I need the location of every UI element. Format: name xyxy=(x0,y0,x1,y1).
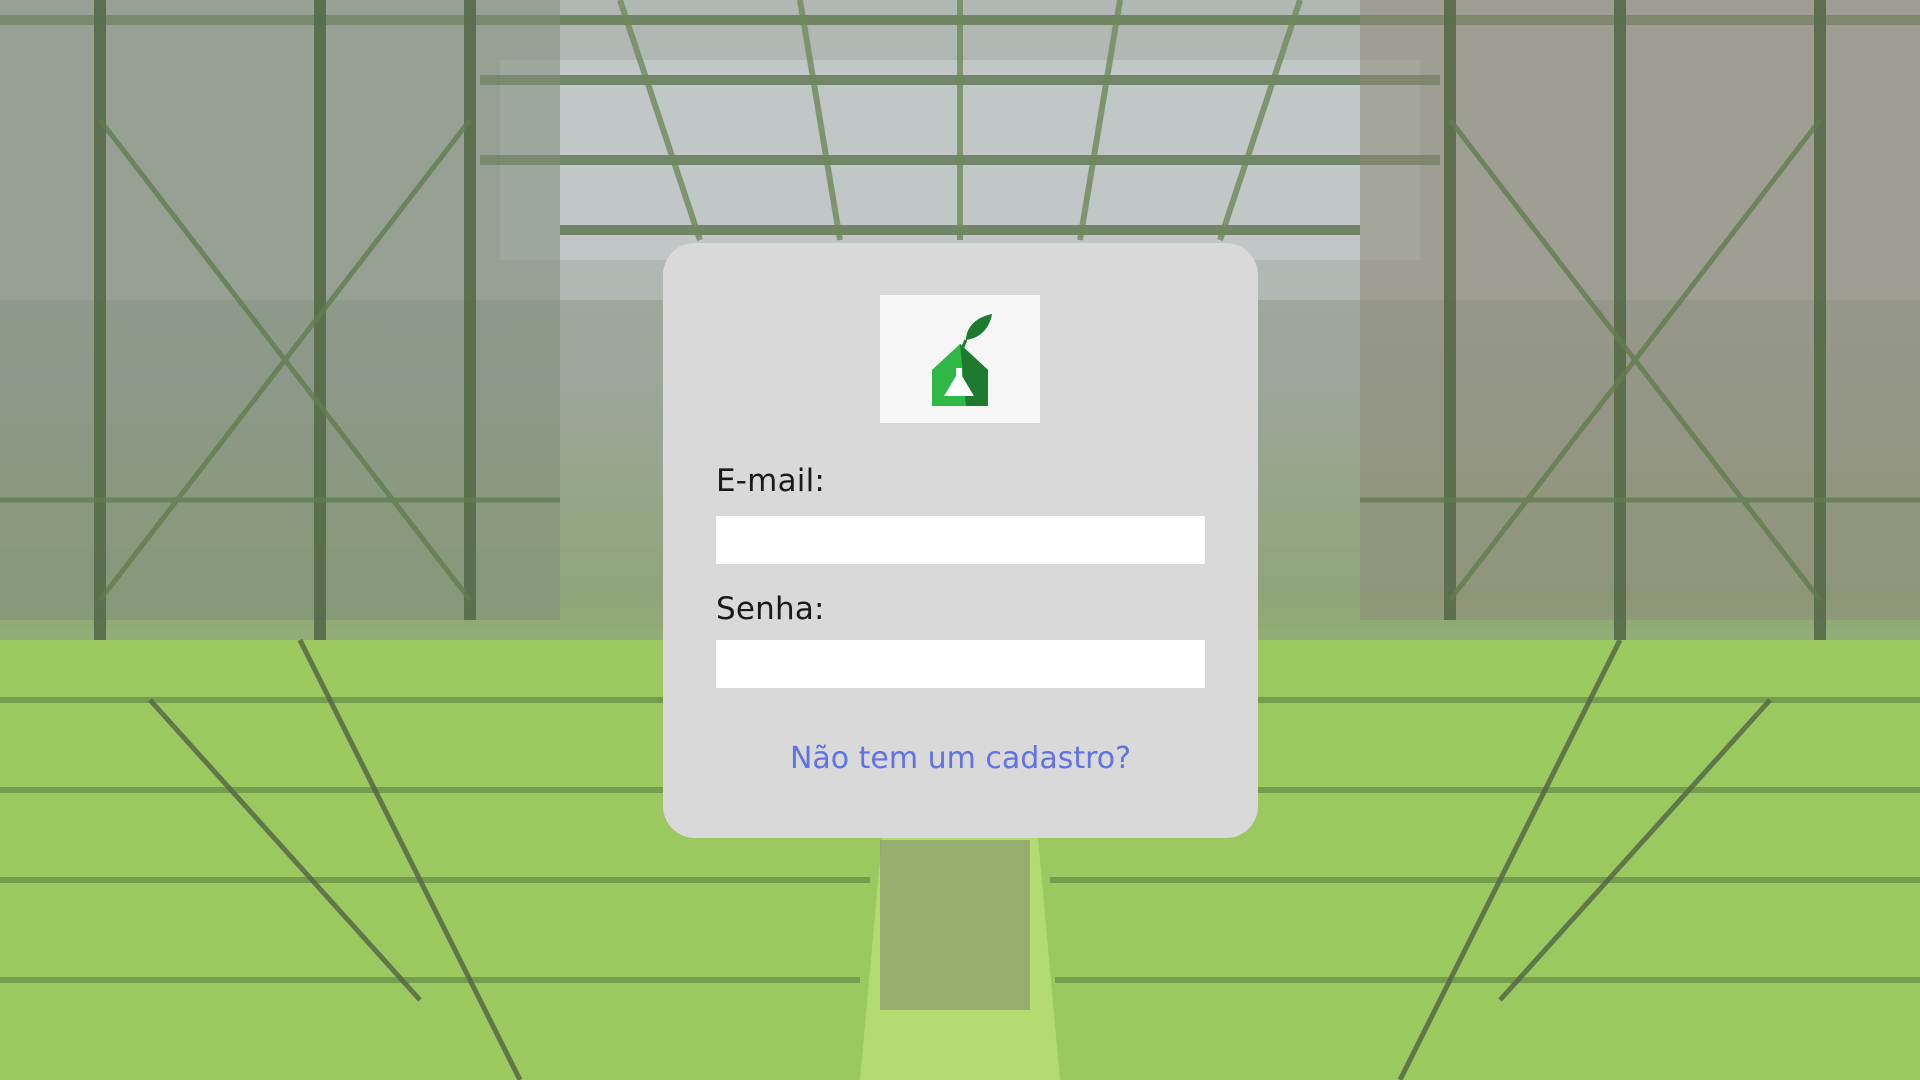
leaf-flask-logo-icon xyxy=(932,314,992,406)
email-label: E-mail: xyxy=(716,463,826,499)
login-card: E-mail: Senha: Não tem um cadastro? xyxy=(663,243,1258,838)
password-input[interactable] xyxy=(716,640,1205,688)
register-link[interactable]: Não tem um cadastro? xyxy=(663,741,1258,776)
email-input[interactable] xyxy=(716,516,1205,564)
logo xyxy=(880,295,1040,423)
password-label: Senha: xyxy=(716,591,825,627)
